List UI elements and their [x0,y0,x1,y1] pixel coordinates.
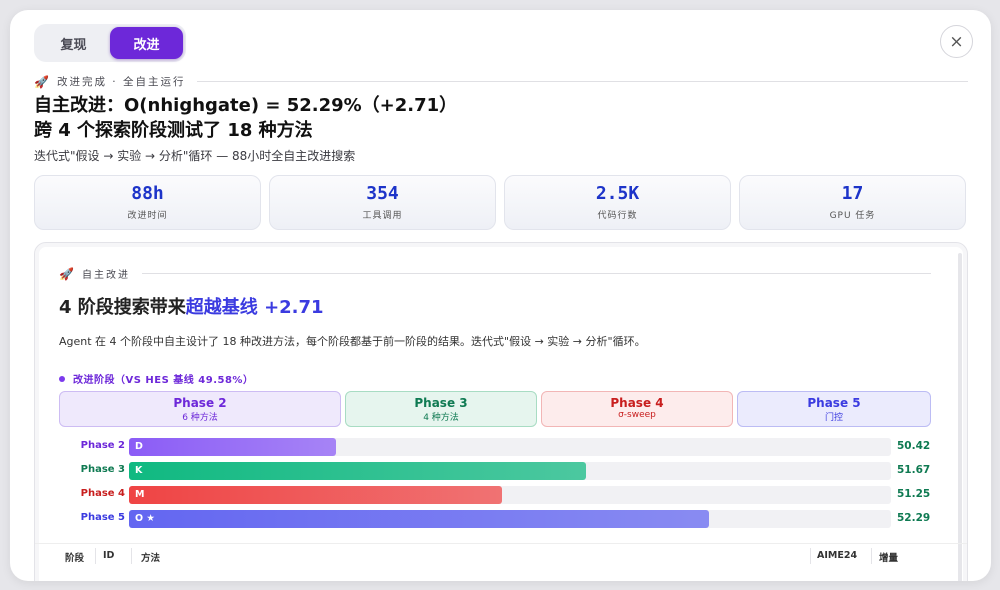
column-divider [810,548,811,564]
rocket-icon: 🚀 [34,74,49,89]
close-button[interactable]: × [940,25,973,58]
stat-card-gpu: 17 GPU 任务 [739,175,966,230]
phase-box-4: Phase 4 σ-sweep [541,391,733,427]
phase-name: Phase 3 [414,396,468,410]
bar-row: Phase 3 K 51.67 [59,462,931,480]
column-divider [95,548,96,564]
stats-row: 88h 改进时间 354 工具调用 2.5K 代码行数 17 GPU 任务 [34,175,968,230]
bar-value-label: 52.29 [897,512,931,524]
bar-row: Phase 2 D 50.42 [59,438,931,456]
bar-track: D [129,438,891,456]
page-subtitle: 迭代式"假设 → 实验 → 分析"循环 — 88小时全自主改进搜索 [34,149,356,163]
bar-value-label: 51.67 [897,464,931,476]
column-header-id[interactable]: ID [103,550,114,561]
title-line-1: 自主改进：O(nhighgate) = 52.29%（+2.71） [34,95,458,116]
column-header-aime24[interactable]: AIME24 [817,550,857,561]
column-divider [131,548,132,564]
stat-card-time: 88h 改进时间 [34,175,261,230]
scrollbar[interactable] [958,253,962,581]
column-divider [871,548,872,564]
legend-dot [59,375,65,382]
phase-name: Phase 4 [610,396,664,410]
card-title: 4 阶段搜索带来超越基线 +2.71 [59,293,324,319]
card-description: Agent 在 4 个阶段中自主设计了 18 种改进方法，每个阶段都基于前一阶段… [59,335,646,348]
phase-sub: 门控 [824,413,843,423]
bar-row: Phase 4 M 51.25 [59,486,931,504]
phase-strip: Phase 2 6 种方法 Phase 3 4 种方法 Phase 4 σ-sw… [59,391,931,427]
column-header-method[interactable]: 方法 [141,550,160,564]
bar[interactable]: O ★ [129,510,710,528]
bar-method-label: K [135,465,143,476]
header-eyebrow: 🚀 改进完成 · 全自主运行 [34,74,968,89]
column-header-phase[interactable]: 阶段 [65,550,84,564]
phase-sub: σ-sweep [618,410,656,420]
phase-legend: 改进阶段（VS HES 基线 49.58%） [59,371,253,386]
legend-text: 改进阶段（VS HES 基线 49.58%） [73,375,254,386]
bar-category-label: Phase 3 [80,464,125,475]
bar-category-label: Phase 5 [80,512,125,523]
bar-category-label: Phase 4 [80,488,125,499]
tab-reproduce[interactable]: 复现 [37,27,110,59]
improvement-card: 🚀 自主改进 4 阶段搜索带来超越基线 +2.71 Agent 在 4 个阶段中… [34,242,968,581]
rocket-icon: 🚀 [59,266,74,281]
stat-card-lines: 2.5K 代码行数 [504,175,731,230]
card-title-highlight: 超越基线 +2.71 [185,297,324,318]
phase-name: Phase 5 [807,396,861,410]
card-title-prefix: 4 阶段搜索带来 [59,297,186,318]
bar-value-label: 51.25 [897,488,931,500]
bar-track: K [129,462,891,480]
bar-category-label: Phase 2 [80,440,125,451]
card-eyebrow-text: 自主改进 [81,270,130,281]
stat-value: 17 [841,183,864,204]
divider [197,81,968,82]
tab-improve[interactable]: 改进 [110,27,183,59]
stat-card-tool-calls: 354 工具调用 [269,175,496,230]
stat-label: 代码行数 [597,211,638,221]
bar-method-label: D [135,441,143,452]
page-title: 自主改进：O(nhighgate) = 52.29%（+2.71） 跨 4 个探… [34,93,914,143]
stat-label: 改进时间 [127,211,168,221]
phase-sub: 4 种方法 [423,413,459,423]
bar-method-label: M [135,489,145,500]
phase-box-5: Phase 5 门控 [737,391,931,427]
phase-box-2: Phase 2 6 种方法 [59,391,341,427]
bar[interactable]: D [129,438,337,456]
stat-value: 354 [366,183,399,204]
mode-tabs: 复现 改进 [34,24,186,62]
stat-value: 2.5K [595,183,640,204]
bar-method-label: O ★ [135,513,155,524]
improvement-modal: 复现 改进 × 🚀 改进完成 · 全自主运行 自主改进：O(nhighgate)… [10,10,991,581]
eyebrow-text: 改进完成 · 全自主运行 [56,76,186,88]
bar-value-label: 50.42 [897,440,931,452]
stat-value: 88h [131,183,164,204]
close-icon: × [949,31,964,52]
bar-row: Phase 5 O ★ 52.29 [59,510,931,528]
bar[interactable]: M [129,486,503,504]
bar-track: O ★ [129,510,891,528]
column-header-delta[interactable]: 增量 [879,550,898,564]
phase-box-3: Phase 3 4 种方法 [345,391,537,427]
phase-name: Phase 2 [173,396,227,410]
stat-label: 工具调用 [362,211,403,221]
table-header: 阶段 ID 方法 AIME24 增量 [35,543,967,567]
card-eyebrow: 🚀 自主改进 [59,266,931,281]
phase-sub: 6 种方法 [182,413,218,423]
stat-label: GPU 任务 [829,211,876,221]
bar-track: M [129,486,891,504]
title-line-2: 跨 4 个探索阶段测试了 18 种方法 [34,120,313,141]
divider [141,273,931,274]
bar[interactable]: K [129,462,586,480]
